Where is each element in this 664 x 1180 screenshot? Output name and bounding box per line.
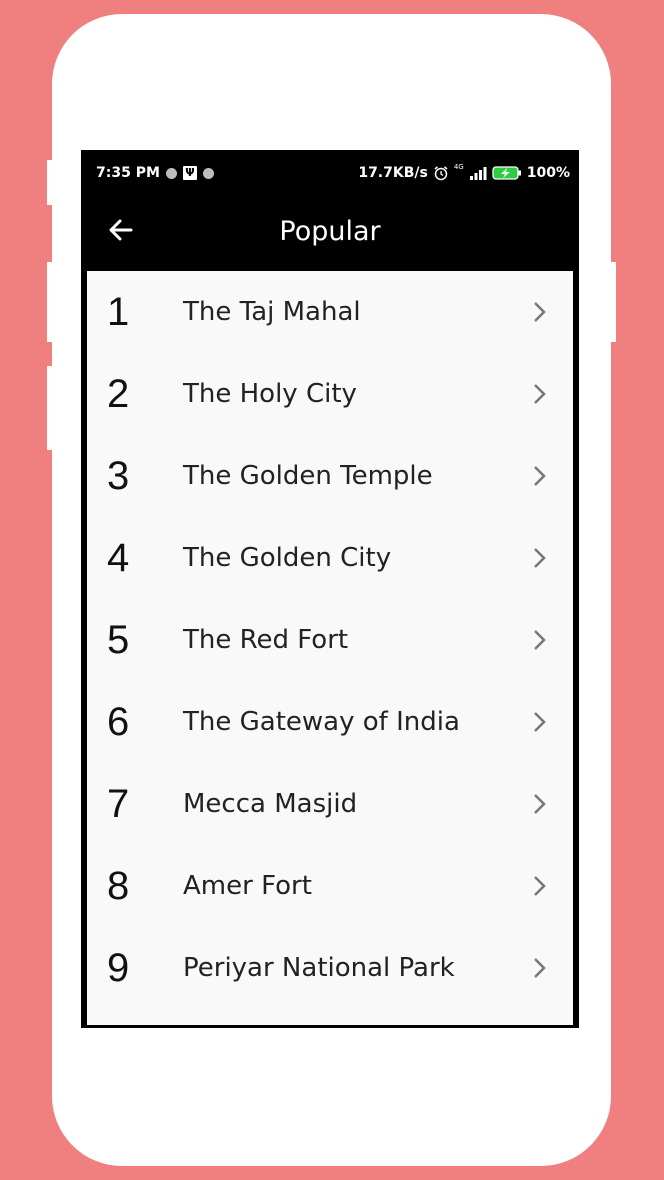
list-item[interactable]: 7 Mecca Masjid: [87, 763, 573, 845]
app-bar: Popular: [84, 193, 576, 271]
item-number: 7: [107, 782, 130, 826]
battery-percent: 100%: [526, 165, 570, 181]
item-number: 6: [107, 700, 130, 744]
chevron-right-icon: [534, 712, 546, 732]
alarm-icon: [434, 166, 448, 181]
popular-list: 1 The Taj Mahal 2 The Holy City 3 The Go…: [87, 271, 573, 1025]
list-item[interactable]: 9 Periyar National Park: [87, 927, 573, 1009]
chevron-right-icon: [534, 302, 546, 322]
page-title: Popular: [279, 216, 381, 247]
item-name: The Red Fort: [183, 625, 349, 655]
network-speed: 17.7KB/s: [358, 165, 428, 181]
notification-dot-icon: [165, 167, 177, 179]
phone-side-button: [47, 262, 53, 342]
item-name: Amer Fort: [183, 871, 312, 901]
item-number: 5: [107, 618, 130, 662]
item-number: 1: [107, 290, 130, 334]
chevron-right-icon: [534, 794, 546, 814]
chevron-right-icon: [534, 630, 546, 650]
signal-icon: [469, 167, 487, 180]
chevron-right-icon: [534, 958, 546, 978]
arrow-left-icon: [109, 219, 133, 241]
list-item[interactable]: 1 The Taj Mahal: [87, 271, 573, 353]
item-name: Mecca Masjid: [183, 789, 358, 819]
item-name: The Holy City: [183, 379, 357, 409]
notification-dot-icon: [202, 167, 214, 179]
item-name: The Golden City: [183, 543, 392, 573]
chevron-right-icon: [534, 548, 546, 568]
list-item[interactable]: 2 The Holy City: [87, 353, 573, 435]
list-item[interactable]: 3 The Golden Temple: [87, 435, 573, 517]
list-item[interactable]: 5 The Red Fort: [87, 599, 573, 681]
status-time: 7:35 PM: [96, 165, 160, 181]
back-button[interactable]: [106, 215, 136, 245]
phone-side-button: [610, 262, 616, 342]
list-item[interactable]: 6 The Gateway of India: [87, 681, 573, 763]
list-item[interactable]: 4 The Golden City: [87, 517, 573, 599]
list-item[interactable]: 8 Amer Fort: [87, 845, 573, 927]
item-name: Periyar National Park: [183, 953, 455, 983]
phone-side-button: [47, 366, 53, 450]
status-bar: 7:35 PM Ψ 17.7KB/s 4G 100%: [84, 153, 576, 193]
network-type: 4G: [453, 163, 464, 171]
chevron-right-icon: [534, 384, 546, 404]
chevron-right-icon: [534, 876, 546, 896]
item-number: 9: [107, 946, 130, 990]
item-number: 8: [107, 864, 130, 908]
battery-charging-icon: [492, 166, 521, 180]
item-number: 4: [107, 536, 130, 580]
item-number: 2: [107, 372, 130, 416]
usb-icon: Ψ: [182, 166, 197, 180]
item-name: The Gateway of India: [183, 707, 460, 737]
item-number: 3: [107, 454, 130, 498]
phone-side-button: [47, 160, 53, 205]
item-name: The Taj Mahal: [183, 297, 361, 327]
chevron-right-icon: [534, 466, 546, 486]
item-name: The Golden Temple: [183, 461, 433, 491]
phone-screen: 7:35 PM Ψ 17.7KB/s 4G 100% Popular 1 The…: [81, 150, 579, 1028]
